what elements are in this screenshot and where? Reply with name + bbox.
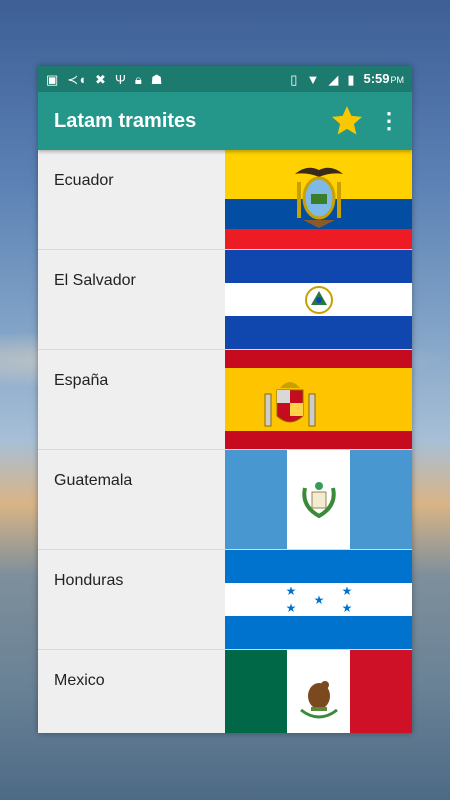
clock: 5:59PM <box>363 70 404 88</box>
country-name: Guatemala <box>54 472 133 489</box>
country-name: El Salvador <box>54 272 136 289</box>
cancel-shield-icon: ✖ <box>95 71 106 87</box>
phone-screen: ▣ ≺◖ ✖ Ψ 🔒︎ ☗ ▯ ▼ ◢ ▮ 5:59PM Latam trami… <box>38 66 412 733</box>
list-item-guatemala[interactable]: Guatemala <box>38 450 412 550</box>
system-icons: ▯ ▼ ◢ ▮ 5:59PM <box>290 70 404 88</box>
list-item-espana[interactable]: España <box>38 350 412 450</box>
country-name: España <box>54 372 109 389</box>
wifi-icon: ▼ <box>306 71 320 87</box>
clock-ampm: PM <box>390 75 405 85</box>
list-item-ecuador[interactable]: Ecuador <box>38 150 412 250</box>
honduras-flag: ★ ★ ★ ★ ★ <box>225 550 412 649</box>
list-item-mexico[interactable]: Mexico <box>38 650 412 733</box>
svg-text:★: ★ <box>314 593 325 607</box>
android-icon: ☗ <box>150 71 163 87</box>
status-bar: ▣ ≺◖ ✖ Ψ 🔒︎ ☗ ▯ ▼ ◢ ▮ 5:59PM <box>38 66 412 92</box>
mexico-flag <box>225 650 412 733</box>
vibrate-icon: ▯ <box>290 71 298 87</box>
star-icon[interactable] <box>330 104 364 138</box>
app-title: Latam tramites <box>54 109 197 132</box>
list-item-honduras[interactable]: Honduras ★ ★ ★ ★ ★ <box>38 550 412 650</box>
svg-text:★: ★ <box>342 601 353 615</box>
svg-text:★: ★ <box>342 584 353 598</box>
fish-icon: ≺◖ <box>67 71 87 87</box>
ecuador-flag <box>225 150 412 249</box>
more-vert-icon[interactable]: ⋮ <box>378 110 400 132</box>
spain-flag <box>225 350 412 449</box>
usb-icon: Ψ <box>114 71 126 87</box>
svg-text:★: ★ <box>286 601 297 615</box>
country-name: Ecuador <box>54 172 114 189</box>
guatemala-flag <box>225 450 412 549</box>
country-list: Ecuador El Salvador España Guatemala Hon… <box>38 150 412 733</box>
signal-icon: ◢ <box>328 71 339 87</box>
country-name: Honduras <box>54 572 124 589</box>
notification-icons: ▣ ≺◖ ✖ Ψ 🔒︎ ☗ <box>46 73 162 86</box>
app-bar-actions: ⋮ <box>330 104 400 138</box>
app-bar: Latam tramites ⋮ <box>38 92 412 150</box>
list-item-el-salvador[interactable]: El Salvador <box>38 250 412 350</box>
clock-time: 5:59 <box>363 71 390 86</box>
svg-text:★: ★ <box>286 584 297 598</box>
battery-icon: ▮ <box>347 71 355 87</box>
image-icon: ▣ <box>46 71 59 87</box>
el-salvador-flag <box>225 250 412 349</box>
country-name: Mexico <box>54 672 105 689</box>
lock-icon: 🔒︎ <box>134 71 142 87</box>
